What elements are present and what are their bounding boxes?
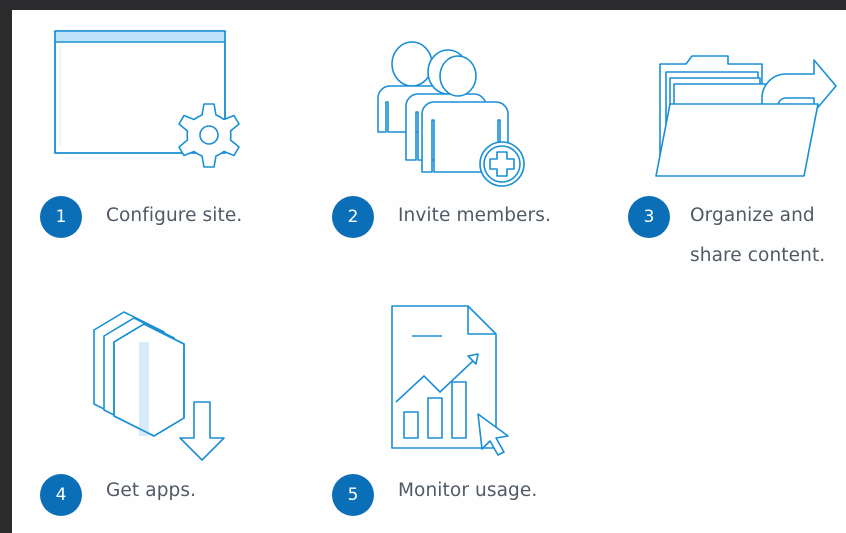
usage-report-icon xyxy=(388,302,528,462)
download-apps-icon xyxy=(90,302,230,462)
step-label: Monitor usage. xyxy=(398,480,538,501)
step-label: Organize and share content. xyxy=(690,196,825,276)
step-label: Configure site. xyxy=(106,205,243,226)
step-invite-members: 2 Invite members. xyxy=(302,10,602,270)
step-organize-share: 3 Organize and share content. xyxy=(612,10,846,280)
site-settings-icon xyxy=(52,28,262,188)
getting-started-panel: 1 Configure site. 2 Invite members. 3 Or… xyxy=(12,10,846,533)
step-number-badge: 3 xyxy=(628,196,670,238)
step-configure-site: 1 Configure site. xyxy=(12,10,272,270)
step-label-line: share content. xyxy=(690,245,826,266)
step-label: Get apps. xyxy=(106,480,197,501)
share-folder-icon xyxy=(652,26,837,186)
step-label-line: Organize and xyxy=(690,205,815,226)
add-members-icon xyxy=(370,32,530,192)
step-number-badge: 5 xyxy=(332,474,374,516)
step-get-apps: 4 Get apps. xyxy=(12,290,272,533)
step-number-badge: 4 xyxy=(40,474,82,516)
step-number-badge: 2 xyxy=(332,196,374,238)
step-label: Invite members. xyxy=(398,205,551,226)
step-number-badge: 1 xyxy=(40,196,82,238)
step-monitor-usage: 5 Monitor usage. xyxy=(302,290,602,533)
